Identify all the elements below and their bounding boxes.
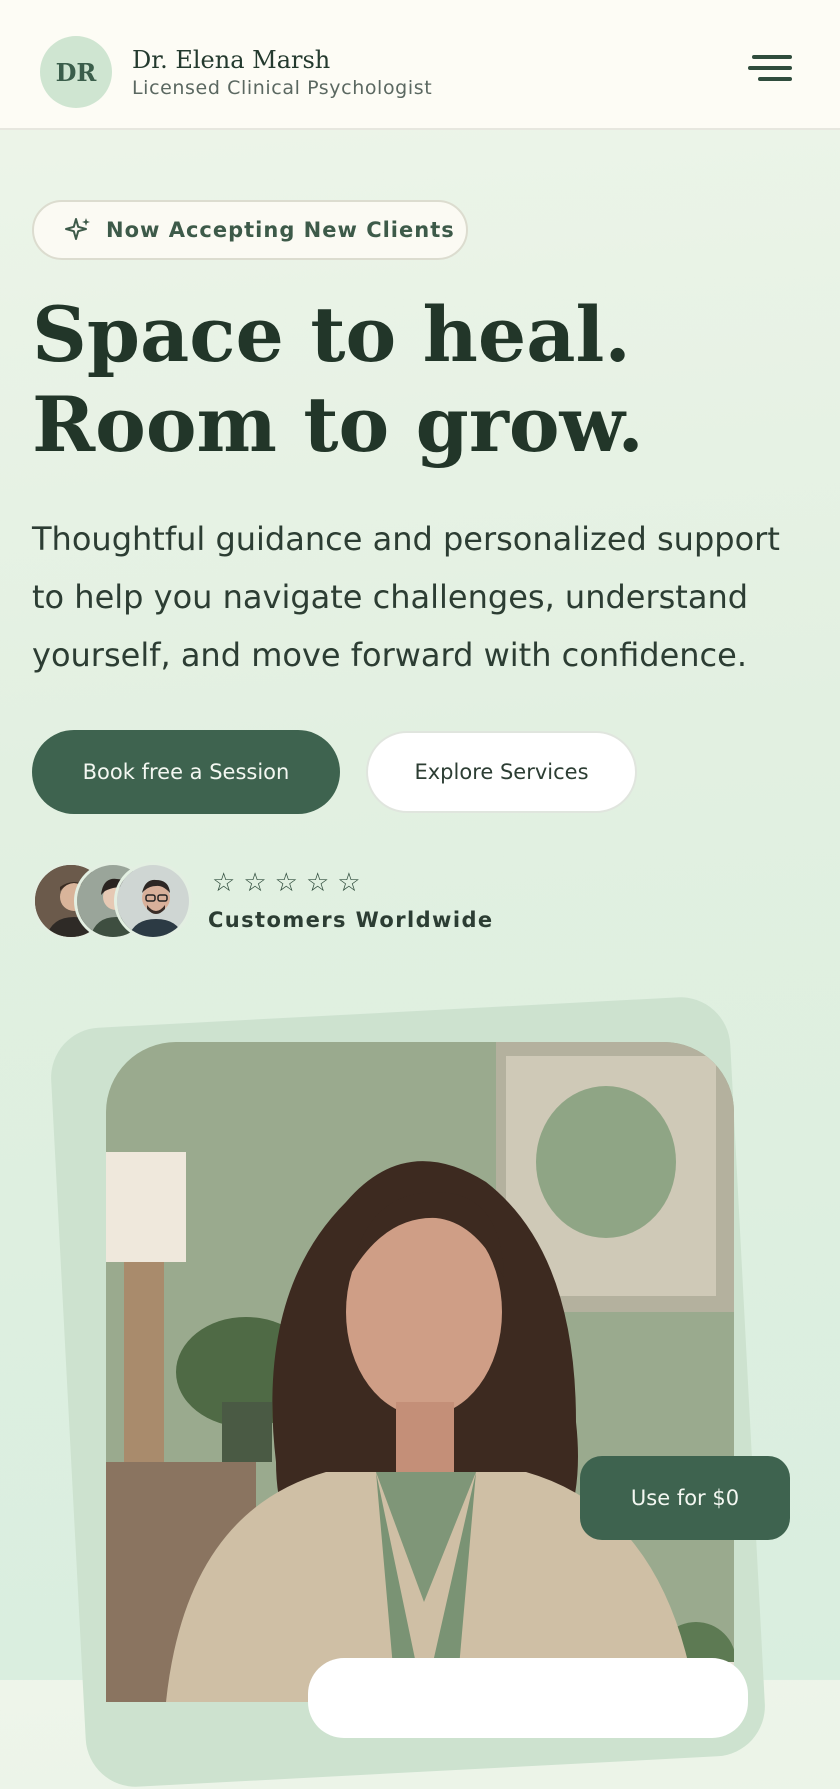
- use-free-button[interactable]: Use for $0: [580, 1456, 790, 1540]
- book-session-button[interactable]: Book free a Session: [32, 730, 340, 814]
- star-outline-icon: ☆: [243, 868, 267, 898]
- therapist-photo: [106, 1042, 734, 1702]
- star-outline-icon: ☆: [212, 868, 236, 898]
- sparkle-icon: [65, 218, 90, 240]
- therapist-title: Licensed Clinical Psychologist: [132, 77, 433, 99]
- star-outline-icon: ☆: [337, 868, 361, 898]
- logo-badge[interactable]: DR: [40, 36, 112, 108]
- site-header: DR Dr. Elena Marsh Licensed Clinical Psy…: [0, 0, 840, 130]
- explore-services-button[interactable]: Explore Services: [366, 731, 637, 813]
- star-outline-icon: ☆: [305, 868, 330, 898]
- star-outline-icon: ☆: [274, 868, 298, 898]
- customers-worldwide-label: Customers Worldwide: [208, 908, 494, 932]
- hero-headline: Space to heal. Room to grow.: [32, 290, 644, 470]
- badge-text: Now Accepting New Clients: [106, 218, 455, 242]
- star-rating: ☆ ☆ ☆ ☆ ☆: [212, 870, 361, 896]
- accepting-clients-badge: Now Accepting New Clients: [32, 200, 468, 260]
- info-card: [308, 1658, 748, 1738]
- headline-line-1: Space to heal.: [32, 290, 631, 379]
- hero-description: Thoughtful guidance and personalized sup…: [32, 520, 780, 674]
- therapist-name: Dr. Elena Marsh: [132, 46, 331, 74]
- hamburger-menu-icon[interactable]: [746, 52, 794, 86]
- customer-avatar-3: [114, 862, 192, 940]
- headline-line-2: Room to grow.: [32, 380, 644, 469]
